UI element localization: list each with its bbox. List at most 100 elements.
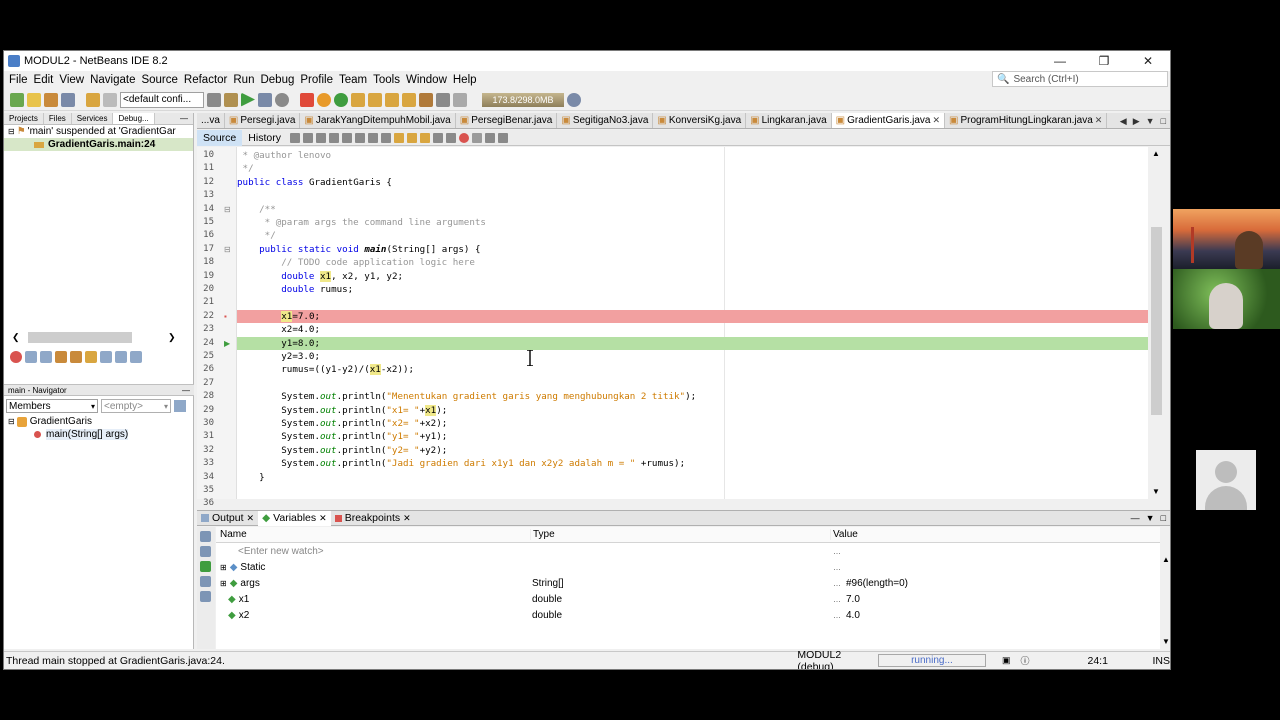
variables-vertical-scrollbar[interactable]: ▲ ▼	[1160, 527, 1170, 649]
editor-tab[interactable]: ▣ Persegi.java	[225, 113, 301, 128]
previous-bookmark-icon[interactable]	[393, 132, 404, 143]
scroll-down-icon[interactable]: ▼	[1152, 487, 1160, 496]
close-tab-icon[interactable]: ✕	[932, 115, 940, 126]
menu-edit[interactable]: Edit	[31, 74, 57, 86]
code-line[interactable]: */	[237, 229, 1148, 242]
comment-icon[interactable]	[484, 132, 495, 143]
step-over-expression-icon[interactable]	[368, 92, 382, 107]
code-line[interactable]: }	[237, 471, 1148, 484]
sort-icon[interactable]	[100, 351, 112, 363]
close-tab-icon[interactable]: ✕	[247, 513, 255, 524]
menu-tools[interactable]: Tools	[370, 74, 403, 86]
minimize-panel-icon[interactable]: —	[175, 113, 193, 124]
find-next-icon[interactable]	[354, 132, 365, 143]
code-line[interactable]: }	[237, 497, 1148, 499]
continue-icon[interactable]	[334, 92, 348, 107]
code-line[interactable]	[237, 377, 1148, 390]
debug-thread-row[interactable]: ⊟ ⚑ 'main' suspended at 'GradientGar	[4, 125, 193, 138]
find-previous-icon[interactable]	[341, 132, 352, 143]
expand-icon[interactable]: ⊞	[220, 563, 227, 572]
code-line[interactable]: System.out.println("y2= "+y2);	[237, 444, 1148, 457]
lock-icon[interactable]	[70, 351, 82, 363]
settings-icon[interactable]	[115, 351, 127, 363]
run-to-cursor-icon[interactable]	[419, 92, 433, 107]
start-macro-icon[interactable]	[458, 132, 469, 143]
code-line[interactable]: rumus=((y1-y2)/(x1-x2));	[237, 363, 1148, 376]
ellipsis-button[interactable]: …	[830, 595, 844, 604]
code-line[interactable]	[237, 484, 1148, 497]
code-line[interactable]: y1=8.0;	[237, 336, 1148, 350]
code-line[interactable]: y2=3.0;	[237, 350, 1148, 363]
editor-tab[interactable]: ▣ KonversiKg.java	[653, 113, 747, 128]
stop-macro-icon[interactable]	[471, 132, 482, 143]
close-tab-icon[interactable]: ✕	[1095, 115, 1103, 126]
tab-debugging[interactable]: Debug...	[113, 113, 155, 124]
scroll-up-icon[interactable]: ▲	[1152, 149, 1160, 158]
scroll-up-icon[interactable]: ▲	[1162, 555, 1170, 564]
menu-navigate[interactable]: Navigate	[87, 74, 138, 86]
editor-vertical-scrollbar[interactable]: ▲ ▼	[1149, 147, 1165, 499]
step-out-icon[interactable]	[402, 92, 416, 107]
watch-input-row[interactable]: <Enter new watch> …	[216, 543, 1160, 559]
code-line[interactable]: System.out.println("x2= "+x2);	[237, 417, 1148, 430]
show-types-icon[interactable]	[200, 561, 211, 572]
toggle-highlight-icon[interactable]	[367, 132, 378, 143]
finish-debug-icon[interactable]	[300, 92, 314, 107]
new-file-icon[interactable]	[27, 92, 41, 107]
history-tab[interactable]: History	[242, 130, 287, 146]
editor-scroll-thumb[interactable]	[1151, 227, 1162, 415]
hierarchy-icon[interactable]	[200, 576, 211, 587]
redo-icon[interactable]	[103, 92, 117, 107]
evaluate-icon[interactable]	[200, 531, 211, 542]
take-snapshot-icon[interactable]	[453, 92, 467, 107]
source-tab[interactable]: Source	[197, 129, 243, 146]
left-horizontal-scrollbar[interactable]: ❮ ❯	[8, 331, 188, 343]
panel-minimize-icon[interactable]: ▼	[1146, 513, 1155, 523]
undo-icon[interactable]	[86, 92, 100, 107]
close-tab-icon[interactable]: ✕	[403, 513, 411, 524]
filter-icon[interactable]	[25, 351, 37, 363]
grid-icon[interactable]	[85, 351, 97, 363]
config-select[interactable]: <default confi...	[120, 91, 204, 108]
code-line[interactable]: System.out.println("Jadi gradien dari x1…	[237, 457, 1148, 470]
step-into-icon[interactable]	[385, 92, 399, 107]
new-project-icon[interactable]	[10, 92, 24, 107]
clean-build-icon[interactable]	[224, 92, 238, 107]
menu-debug[interactable]: Debug	[257, 74, 297, 86]
table-row[interactable]: ◆ x2 double … 4.0	[216, 607, 1160, 623]
ellipsis-button[interactable]: …	[830, 563, 844, 572]
code-line[interactable]	[237, 189, 1148, 202]
save-icon[interactable]	[200, 591, 211, 602]
shift-right-icon[interactable]	[445, 132, 456, 143]
column-value[interactable]: Value	[830, 529, 1142, 540]
fold-icon[interactable]: ⊟	[224, 203, 231, 216]
editor-tab[interactable]: ...va	[197, 113, 225, 128]
profile-icon[interactable]	[275, 92, 289, 107]
table-row[interactable]: ⊞ ◆ Static …	[216, 559, 1160, 575]
panel-maximize-icon[interactable]: □	[1161, 513, 1166, 523]
forward-icon[interactable]	[315, 132, 326, 143]
build-icon[interactable]	[207, 92, 221, 107]
code-line[interactable]: System.out.println("Menentukan gradient …	[237, 390, 1148, 403]
menu-source[interactable]: Source	[138, 74, 180, 86]
table-row[interactable]: ⊞ ◆ args String[] … #96(length=0)	[216, 575, 1160, 591]
debug-project-icon[interactable]	[258, 92, 272, 107]
collapse-icon[interactable]: ⊟	[8, 127, 15, 136]
column-type[interactable]: Type	[530, 529, 830, 540]
ellipsis-button[interactable]: …	[830, 579, 844, 588]
memory-usage-bar[interactable]: 173.8/298.0MB	[482, 92, 564, 107]
last-edit-icon[interactable]	[289, 132, 300, 143]
maximize-icon[interactable]: □	[1161, 116, 1166, 126]
editor-tab-active[interactable]: ▣ GradientGaris.java ✕	[831, 113, 946, 128]
breakpoint-icon[interactable]: ▪	[224, 310, 227, 323]
scroll-left-icon[interactable]: ❮	[12, 332, 20, 343]
scroll-thumb[interactable]	[28, 331, 132, 343]
menu-run[interactable]: Run	[230, 74, 257, 86]
editor-gutter[interactable]: 10 11 12 13 14 ⊟ 15 16 17 ⊟ 18 19 20 21 22 ▪ 23 24 ▶ 25 26 27…	[197, 147, 237, 508]
tab-services[interactable]: Services	[72, 113, 114, 124]
back-icon[interactable]	[302, 132, 313, 143]
code-line[interactable]	[237, 296, 1148, 309]
code-line[interactable]: x1=7.0;	[237, 309, 1148, 324]
fold-icon[interactable]: ⊟	[224, 243, 231, 256]
show-opened-documents-icon[interactable]: ▼	[1146, 116, 1155, 126]
